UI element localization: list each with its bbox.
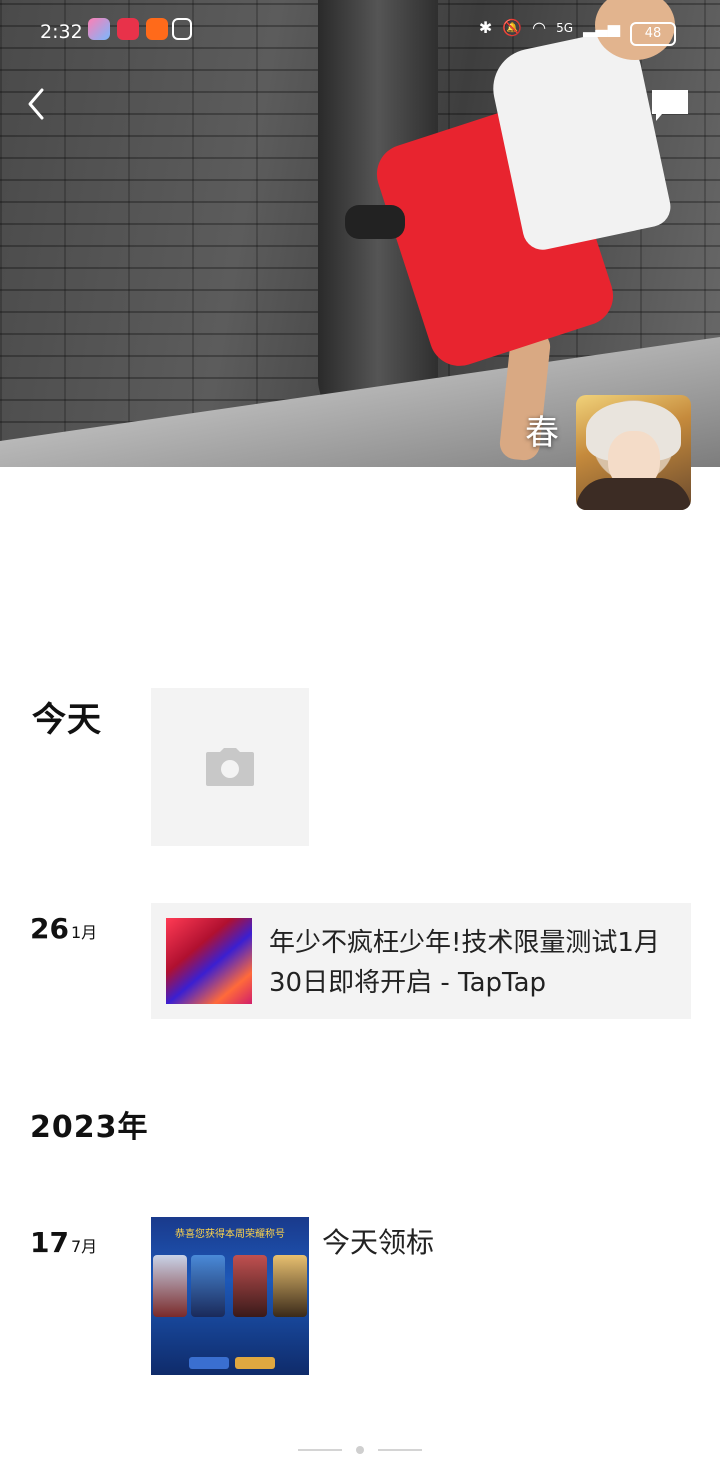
avatar[interactable] — [576, 395, 691, 510]
message-bubble-icon — [652, 90, 688, 121]
app-notification-icon-3 — [146, 18, 168, 40]
battery-icon: 48 — [630, 22, 676, 46]
entry-day: 26 — [30, 912, 69, 945]
image-button — [189, 1357, 229, 1369]
app-notification-icon-2 — [117, 18, 139, 40]
status-bar: 2:32 ✱ 🔕 ◠ 5G ▂▃▅ 48 — [0, 14, 720, 50]
hero-card — [191, 1255, 225, 1317]
image-button — [235, 1357, 275, 1369]
app-notification-icon-1 — [88, 18, 110, 40]
battery-level: 48 — [644, 26, 662, 41]
scroll-indicator — [298, 1444, 422, 1456]
shared-link-title: 年少不疯枉少年!技术限量测试1月30日即将开启 - TapTap — [269, 928, 660, 998]
post-image[interactable]: 恭喜您获得本周荣耀称号 — [151, 1217, 309, 1375]
post-image-title: 恭喜您获得本周荣耀称号 — [175, 1229, 285, 1240]
wifi-icon: ◠ — [532, 18, 547, 37]
entry-date-2: 17 7月 — [30, 1226, 97, 1259]
entry-day: 17 — [30, 1226, 69, 1259]
entry-month: 1月 — [70, 923, 98, 942]
entry-month: 7月 — [70, 1237, 98, 1256]
message-button[interactable] — [650, 88, 690, 124]
chevron-left-icon — [28, 88, 44, 120]
network-type: 5G — [556, 20, 574, 35]
nfc-icon — [172, 18, 192, 40]
back-button[interactable] — [24, 86, 52, 122]
hero-card — [153, 1255, 187, 1317]
post-text: 今天领标 — [322, 1226, 435, 1259]
kid-shoe — [345, 205, 405, 239]
shared-link-card[interactable]: 年少不疯枉少年!技术限量测试1月30日即将开启 - TapTap — [151, 903, 691, 1019]
date-today: 今天 — [32, 700, 102, 740]
indicator-line — [378, 1449, 422, 1451]
indicator-line — [298, 1449, 342, 1451]
year-label: 2023年 — [30, 1110, 149, 1145]
entry-date-1: 26 1月 — [30, 912, 97, 945]
add-photo-button[interactable] — [151, 688, 309, 846]
indicator-dot — [356, 1446, 364, 1454]
signal-icon: ▂▃▅ — [583, 18, 620, 37]
shared-link-thumbnail — [166, 918, 252, 1004]
profile-name: 春 — [525, 413, 559, 453]
bluetooth-icon: ✱ — [478, 18, 493, 37]
hero-card — [273, 1255, 307, 1317]
mute-bell-icon: 🔕 — [502, 18, 523, 37]
hero-card — [233, 1255, 267, 1317]
system-icons: ✱ 🔕 ◠ 5G ▂▃▅ — [479, 18, 620, 37]
avatar-coat — [576, 478, 691, 510]
camera-icon — [206, 748, 254, 786]
status-time: 2:32 — [40, 21, 83, 43]
